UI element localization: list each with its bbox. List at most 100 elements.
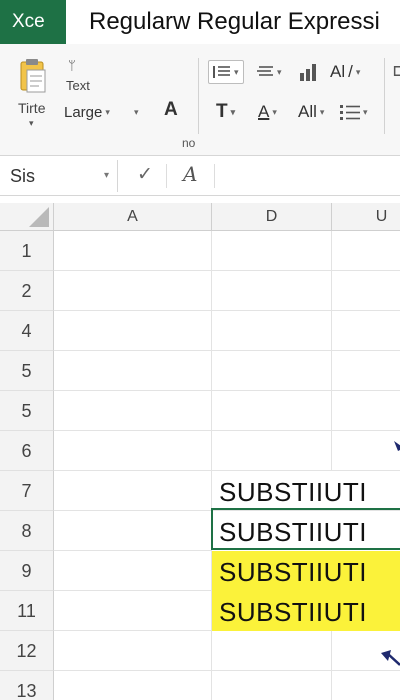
app-logo[interactable]: Xce: [0, 0, 66, 44]
font-size-label: Large: [64, 103, 103, 121]
cell[interactable]: [54, 431, 212, 471]
cell[interactable]: [54, 511, 212, 551]
name-box[interactable]: Sis ▾: [0, 160, 118, 192]
more-icon[interactable]: ⊏: [392, 60, 400, 81]
text-style-button[interactable]: T ▾: [216, 100, 235, 124]
row-header[interactable]: 9: [0, 551, 54, 591]
bold-glyph: A: [164, 99, 178, 120]
cell[interactable]: [212, 311, 332, 351]
cell[interactable]: [332, 351, 400, 391]
font-color-glyph: A: [258, 102, 270, 121]
bar-chart-icon: [300, 64, 316, 81]
chevron-down-icon: ▾: [105, 106, 110, 117]
spreadsheet-grid: A D U 1 2 4 5 5 6 7 8 9 11 12 13 SUBSTII…: [0, 203, 400, 700]
cell[interactable]: [212, 671, 332, 700]
all-label: All: [298, 102, 317, 121]
align-icon: [257, 66, 273, 76]
cell[interactable]: [332, 671, 400, 700]
bullet-list-icon: [340, 105, 360, 120]
chevron-down-icon: ▾: [134, 106, 139, 117]
cell[interactable]: [54, 391, 212, 431]
cell[interactable]: [212, 391, 332, 431]
cell[interactable]: [332, 311, 400, 351]
row-header[interactable]: 2: [0, 271, 54, 311]
cell[interactable]: [332, 391, 400, 431]
cell[interactable]: [212, 231, 332, 271]
row-header[interactable]: 13: [0, 671, 54, 700]
text-style-glyph: T: [216, 101, 228, 122]
cell-d9[interactable]: SUBSTIIUTI: [219, 551, 367, 591]
font-size-dropdown[interactable]: Large ▾: [64, 100, 110, 124]
chevron-down-icon: ▾: [272, 106, 277, 117]
ribbon: Tirte ▾ ᛘ Text Large ▾ ▾ A ▾ ▾ Al / ▾ ⊏ …: [0, 44, 400, 156]
cell[interactable]: [332, 231, 400, 271]
cell[interactable]: [54, 551, 212, 591]
insert-function-icon[interactable]: A: [183, 162, 197, 186]
cell[interactable]: [54, 631, 212, 671]
cell[interactable]: [212, 631, 332, 671]
row-header[interactable]: 8: [0, 511, 54, 551]
cell[interactable]: [212, 271, 332, 311]
list-format-button[interactable]: ▾: [208, 60, 244, 84]
cell[interactable]: [54, 231, 212, 271]
chart-button[interactable]: [298, 60, 318, 84]
document-title: Regularw Regular Expressi: [89, 8, 380, 35]
column-header-d[interactable]: D: [212, 203, 332, 231]
select-all-corner[interactable]: [0, 203, 54, 231]
cell-d7[interactable]: SUBSTIIUTI: [219, 471, 367, 511]
paste-label[interactable]: Tirte: [18, 100, 45, 116]
cell[interactable]: [332, 271, 400, 311]
row-header[interactable]: 12: [0, 631, 54, 671]
chevron-down-icon[interactable]: ▾: [29, 118, 34, 129]
formula-bar: Sis ▾ ✓ A: [0, 156, 400, 196]
formula-separator: [166, 164, 167, 188]
cell[interactable]: [54, 591, 212, 631]
row-header[interactable]: 5: [0, 391, 54, 431]
column-header-u[interactable]: U: [332, 203, 400, 231]
chevron-down-icon[interactable]: ▾: [104, 160, 109, 192]
row-header[interactable]: 1: [0, 231, 54, 271]
corner-triangle-icon: [29, 207, 49, 227]
paste-icon[interactable]: [18, 58, 48, 94]
cell[interactable]: [212, 431, 332, 471]
row-header[interactable]: 7: [0, 471, 54, 511]
chevron-down-icon: ▾: [355, 66, 361, 77]
active-cell-outline: [211, 508, 400, 550]
column-header-a[interactable]: A: [54, 203, 212, 231]
bullets-button[interactable]: ▾: [340, 100, 368, 124]
chevron-down-icon: ▾: [230, 106, 236, 117]
bold-button[interactable]: A: [164, 98, 178, 122]
chevron-down-icon: ▾: [363, 106, 368, 117]
cell-d11[interactable]: SUBSTIIUTI: [219, 591, 367, 631]
row-header[interactable]: 5: [0, 351, 54, 391]
font-size-caret-button[interactable]: ▾: [134, 100, 139, 124]
cell[interactable]: [54, 271, 212, 311]
name-box-value: Sis: [10, 166, 36, 186]
cell[interactable]: [54, 351, 212, 391]
annotation-arrow-icon: [381, 650, 400, 666]
chevron-down-icon: ▾: [319, 106, 325, 117]
cell[interactable]: [332, 431, 400, 471]
cell[interactable]: [212, 351, 332, 391]
align-format-button[interactable]: Al / ▾: [330, 60, 360, 84]
row-header[interactable]: 11: [0, 591, 54, 631]
title-bar: Xce Regularw Regular Expressi: [0, 0, 400, 44]
cell[interactable]: [54, 471, 212, 511]
chevron-down-icon: ▾: [277, 66, 282, 77]
cell[interactable]: [54, 311, 212, 351]
formula-separator: [214, 164, 215, 188]
all-dropdown[interactable]: All ▾: [298, 100, 324, 124]
align-button[interactable]: ▾: [256, 60, 282, 84]
row-header[interactable]: 6: [0, 431, 54, 471]
row-header[interactable]: 4: [0, 311, 54, 351]
text-label[interactable]: Text: [66, 78, 90, 93]
font-color-button[interactable]: A ▾: [258, 100, 277, 124]
list-icon: [213, 66, 230, 78]
ribbon-group-caption: no: [182, 136, 196, 150]
check-icon[interactable]: ✓: [137, 163, 153, 186]
ribbon-separator: [198, 58, 199, 134]
chevron-down-icon: ▾: [234, 66, 239, 77]
ribbon-separator: [384, 58, 385, 134]
cell[interactable]: [54, 671, 212, 700]
format-glyph-icon[interactable]: ᛘ: [68, 58, 76, 73]
